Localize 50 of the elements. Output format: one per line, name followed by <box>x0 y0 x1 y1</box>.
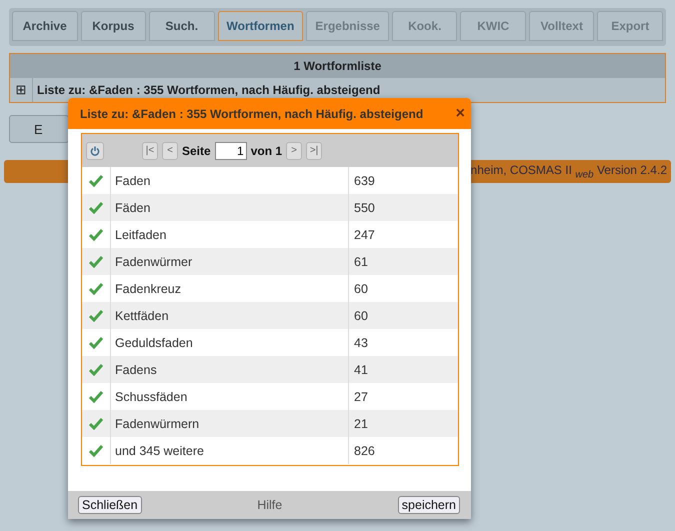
help-link[interactable]: Hilfe <box>257 498 282 512</box>
page-label: Seite <box>182 144 211 158</box>
check-icon <box>89 418 103 430</box>
check-icon <box>89 390 103 402</box>
action-button[interactable]: E <box>9 115 69 143</box>
last-page-button[interactable]: >| <box>306 142 322 160</box>
close-button[interactable]: Schließen <box>78 496 142 514</box>
check-icon <box>89 310 103 322</box>
previous-page-button[interactable]: < <box>162 142 178 160</box>
save-button[interactable]: speichern <box>398 496 460 514</box>
count-cell-text: 247 <box>353 226 376 244</box>
count-cell-text: 60 <box>353 308 369 324</box>
first-page-button[interactable]: |< <box>142 142 158 160</box>
word-cell: Fadenwürmer <box>111 248 349 275</box>
tab[interactable]: Such. <box>149 11 214 41</box>
check-icon <box>89 282 103 294</box>
next-page-button[interactable]: > <box>286 142 302 160</box>
count-cell-text: 21 <box>353 416 369 432</box>
check-icon <box>89 174 103 186</box>
count-cell-text: 27 <box>353 388 369 406</box>
check-icon <box>89 256 103 268</box>
count-cell-text: 61 <box>353 254 369 270</box>
check-icon <box>89 228 103 240</box>
tab[interactable]: Korpus <box>80 11 146 41</box>
check-icon <box>89 364 103 376</box>
close-icon[interactable]: × <box>456 104 465 122</box>
list-entry[interactable]: Liste zu: &Faden : 355 Wortformen, nach Häufig. absteigend <box>33 83 380 97</box>
check-icon <box>89 336 103 348</box>
check-icon <box>89 202 103 214</box>
count-cell-text: 41 <box>353 362 369 378</box>
word-cell: Fadenwürmern <box>111 410 349 437</box>
tab[interactable]: Archive <box>12 11 78 41</box>
tab[interactable]: Wortformen <box>218 11 304 41</box>
dialog-title: Liste zu: &Faden : 355 Wortformen, nach Häufig. absteigend <box>80 106 424 120</box>
count-cell-text: 826 <box>353 442 376 460</box>
count-cell-text: 43 <box>353 334 369 352</box>
count-cell-text: 550 <box>353 200 376 216</box>
count-cell-text: 639 <box>353 172 376 190</box>
version-text: nheim, COSMAS II $_{web}$ Version 2.4.2 <box>470 162 667 180</box>
page-field[interactable]: 1 <box>214 142 247 160</box>
check-icon <box>89 444 103 456</box>
power-icon <box>90 146 100 156</box>
word-cell: und 345 weitere <box>111 437 349 464</box>
page-count: von 1 <box>250 144 282 158</box>
count-cell-text: 60 <box>353 280 369 298</box>
word-cell: Fäden <box>111 194 349 221</box>
word-cell: Fadens <box>111 356 349 383</box>
word-cell: Kettfäden <box>111 302 349 329</box>
panel-title: 1 Wortformliste <box>10 54 665 78</box>
power-button[interactable] <box>86 142 104 160</box>
